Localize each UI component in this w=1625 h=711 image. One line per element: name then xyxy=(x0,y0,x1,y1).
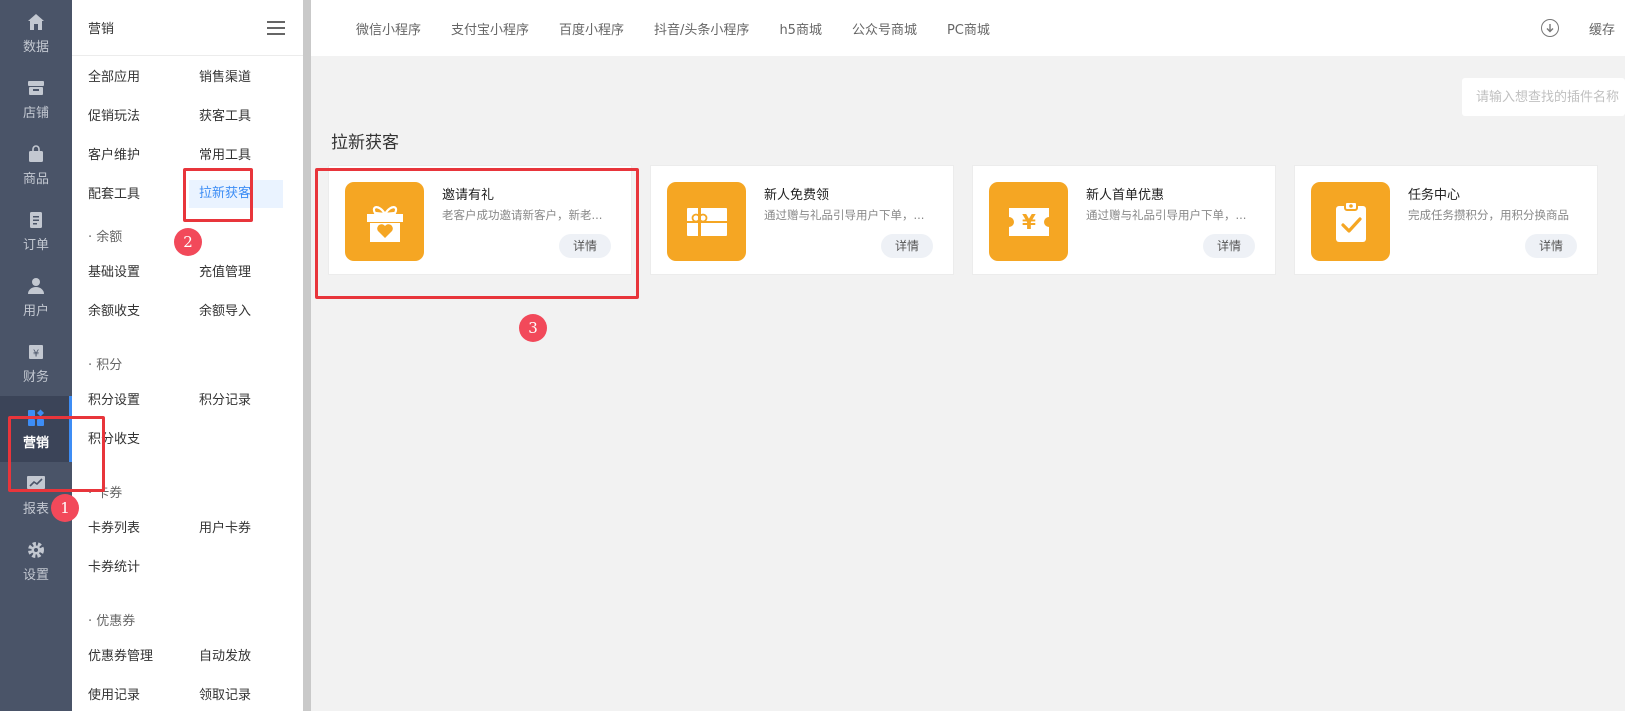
submenu-item-basic-settings[interactable]: 基础设置 xyxy=(88,259,140,287)
cache-button[interactable]: 缓存 xyxy=(1589,19,1625,38)
gear-icon xyxy=(26,540,46,560)
submenu-header: 营销 xyxy=(72,0,303,56)
annotation-badge-2: 2 xyxy=(174,228,202,256)
card-title: 任务中心 xyxy=(1408,188,1461,203)
card-description: 通过赠与礼品引导用户下单，... xyxy=(1086,208,1247,222)
rail-item-label: 用户 xyxy=(22,303,49,319)
submenu-item-coupon-manage[interactable]: 优惠券管理 xyxy=(88,643,153,671)
download-icon[interactable] xyxy=(1541,19,1559,37)
yen-ticket-icon: ¥ xyxy=(989,182,1068,261)
rail-item-settings[interactable]: 设置 xyxy=(0,528,72,594)
card-title: 邀请有礼 xyxy=(442,188,495,203)
section-balance: · 余额 xyxy=(88,230,123,245)
panel-divider xyxy=(303,0,311,711)
rail-item-orders[interactable]: 订单 xyxy=(0,198,72,264)
rail-item-label: 营销 xyxy=(22,435,49,451)
apps-icon xyxy=(26,408,46,428)
card-description: 通过赠与礼品引导用户下单，... xyxy=(764,208,925,222)
secondary-menu: 营销 全部应用 销售渠道 促销玩法 获客工具 客户维护 常用工具 配套工具 拉新… xyxy=(72,0,303,711)
card-title: 新人免费领 xyxy=(764,188,830,203)
rail-item-store[interactable]: 店铺 xyxy=(0,66,72,132)
section-cards: · 卡券 xyxy=(88,486,123,501)
submenu-item-card-stats[interactable]: 卡券统计 xyxy=(88,554,140,582)
tab-baidu-miniprogram[interactable]: 百度小程序 xyxy=(559,19,624,38)
tab-pc-mall[interactable]: PC商城 xyxy=(947,19,990,38)
store-icon xyxy=(26,78,46,98)
rail-item-label: 订单 xyxy=(22,237,49,253)
clipboard-check-icon xyxy=(1311,182,1390,261)
rail-item-label: 设置 xyxy=(22,567,49,583)
submenu-item-card-list[interactable]: 卡券列表 xyxy=(88,515,140,543)
plugin-search-input[interactable] xyxy=(1462,78,1625,116)
submenu-item-points-settings[interactable]: 积分设置 xyxy=(88,387,140,415)
page-title: 拉新获客 xyxy=(331,133,399,153)
user-icon xyxy=(26,276,46,296)
rail-item-data[interactable]: 数据 xyxy=(0,0,72,66)
plugin-card-task-center[interactable]: 任务中心 完成任务攒积分，用积分换商品 详情 xyxy=(1294,165,1598,275)
submenu-item-new-customer[interactable]: 拉新获客 xyxy=(189,180,283,208)
svg-text:¥: ¥ xyxy=(1022,210,1036,234)
submenu-item-support-tools[interactable]: 配套工具 xyxy=(88,181,140,209)
submenu-item-points-flow[interactable]: 积分收支 xyxy=(88,426,140,454)
submenu-item-claim-records[interactable]: 领取记录 xyxy=(199,682,251,710)
details-button[interactable]: 详情 xyxy=(881,234,933,258)
collapse-menu-icon[interactable] xyxy=(267,20,285,35)
bag-icon xyxy=(26,144,46,164)
submenu-item-user-cards[interactable]: 用户卡券 xyxy=(199,515,251,543)
submenu-item-all-apps[interactable]: 全部应用 xyxy=(88,64,140,92)
card-title: 新人首单优惠 xyxy=(1086,188,1165,203)
tab-wechat-miniprogram[interactable]: 微信小程序 xyxy=(356,19,421,38)
submenu-item-acquisition-tools[interactable]: 获客工具 xyxy=(199,103,251,131)
tab-alipay-miniprogram[interactable]: 支付宝小程序 xyxy=(451,19,529,38)
svg-text:¥: ¥ xyxy=(33,348,39,359)
submenu-item-points-records[interactable]: 积分记录 xyxy=(199,387,251,415)
tab-h5-mall[interactable]: h5商城 xyxy=(779,19,822,38)
section-points: · 积分 xyxy=(88,358,123,373)
submenu-item-customer-care[interactable]: 客户维护 xyxy=(88,142,140,170)
submenu-item-promotions[interactable]: 促销玩法 xyxy=(88,103,140,131)
rail-item-label: 数据 xyxy=(22,39,49,55)
top-bar: 微信小程序 支付宝小程序 百度小程序 抖音/头条小程序 h5商城 公众号商城 P… xyxy=(311,0,1625,56)
details-button[interactable]: 详情 xyxy=(1203,234,1255,258)
rail-item-finance[interactable]: ¥ 财务 xyxy=(0,330,72,396)
details-button[interactable]: 详情 xyxy=(1525,234,1577,258)
plugin-card-invite-gift[interactable]: 邀请有礼 老客户成功邀请新客户，新老... 详情 xyxy=(328,165,632,275)
annotation-badge-1: 1 xyxy=(51,494,79,522)
submenu-item-balance-flow[interactable]: 余额收支 xyxy=(88,298,140,326)
rail-item-goods[interactable]: 商品 xyxy=(0,132,72,198)
submenu-item-sales-channels[interactable]: 销售渠道 xyxy=(199,64,251,92)
submenu-item-balance-import[interactable]: 余额导入 xyxy=(199,298,251,326)
submenu-item-common-tools[interactable]: 常用工具 xyxy=(199,142,251,170)
tab-douyin-miniprogram[interactable]: 抖音/头条小程序 xyxy=(654,19,749,38)
section-coupons: · 优惠券 xyxy=(88,614,136,629)
annotation-badge-3: 3 xyxy=(519,314,547,342)
gift-icon xyxy=(345,182,424,261)
submenu-title: 营销 xyxy=(88,22,115,37)
rail-item-label: 店铺 xyxy=(22,105,49,121)
rail-item-label: 商品 xyxy=(22,171,49,187)
details-button[interactable]: 详情 xyxy=(559,234,611,258)
plugin-card-first-order-discount[interactable]: ¥ 新人首单优惠 通过赠与礼品引导用户下单，... 详情 xyxy=(972,165,1276,275)
rail-item-marketing[interactable]: 营销 xyxy=(0,396,72,462)
top-bar-actions: 缓存 xyxy=(1541,0,1625,56)
tab-official-account-mall[interactable]: 公众号商城 xyxy=(852,19,917,38)
home-icon xyxy=(26,12,46,32)
plugin-card-newcomer-free[interactable]: 新人免费领 通过赠与礼品引导用户下单，... 详情 xyxy=(650,165,954,275)
card-description: 完成任务攒积分，用积分换商品 xyxy=(1408,208,1569,222)
submenu-item-recharge[interactable]: 充值管理 xyxy=(199,259,251,287)
order-icon xyxy=(26,210,46,230)
card-description: 老客户成功邀请新客户，新老... xyxy=(442,208,603,222)
finance-icon: ¥ xyxy=(26,342,46,362)
icon-rail: 数据 店铺 商品 订单 用户 ¥ 财务 营销 报表 设置 xyxy=(0,0,72,711)
rail-item-label: 财务 xyxy=(22,369,49,385)
submenu-item-auto-issue[interactable]: 自动发放 xyxy=(199,643,251,671)
chart-icon xyxy=(26,474,46,494)
submenu-item-usage-records[interactable]: 使用记录 xyxy=(88,682,140,710)
rail-item-users[interactable]: 用户 xyxy=(0,264,72,330)
rail-item-label: 报表 xyxy=(22,501,49,517)
giftcard-icon xyxy=(667,182,746,261)
